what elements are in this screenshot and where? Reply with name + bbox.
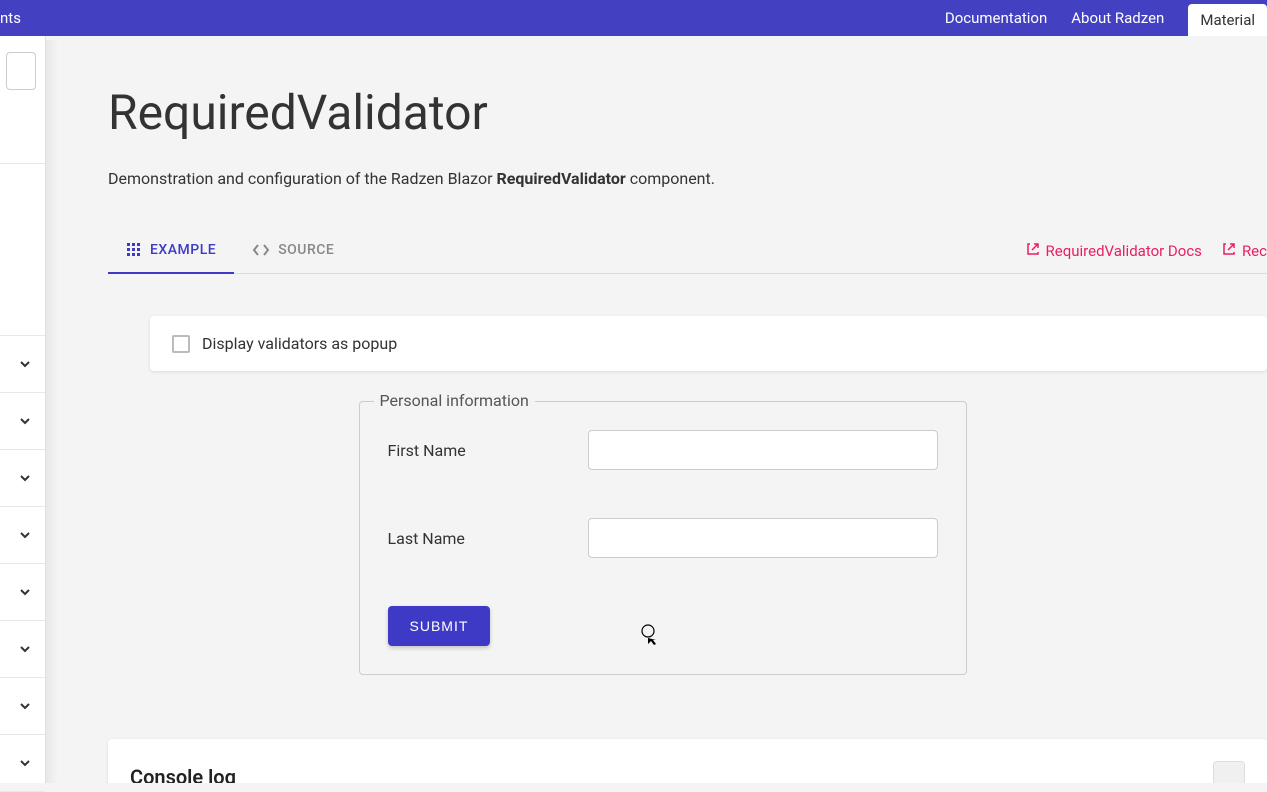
sidebar-section[interactable] — [0, 164, 45, 336]
page-description: Demonstration and configuration of the R… — [108, 169, 1267, 188]
first-name-row: First Name — [388, 430, 938, 470]
tab-example-label: Example — [150, 242, 216, 258]
nav-material-theme[interactable]: Material — [1188, 4, 1267, 36]
desc-bold: RequiredValidator — [496, 169, 625, 188]
chevron-down-icon — [19, 358, 31, 370]
tabs-left: Example Source — [108, 228, 352, 273]
chevron-down-icon — [19, 586, 31, 598]
nav-left-fragment: nts — [0, 9, 21, 27]
submit-button[interactable]: SUBMIT — [388, 606, 491, 646]
chevron-down-icon — [19, 643, 31, 655]
chevron-down-icon — [19, 529, 31, 541]
scroll-shadow — [46, 40, 58, 783]
tab-example[interactable]: Example — [108, 228, 234, 274]
tab-source-label: Source — [278, 242, 334, 258]
link-validator-docs[interactable]: RequiredValidator Docs — [1026, 242, 1202, 260]
main-content: RequiredValidator Demonstration and conf… — [58, 36, 1267, 783]
link-rec-text: Rec — [1242, 242, 1267, 260]
fieldset-legend: Personal information — [374, 391, 535, 410]
grid-icon — [126, 242, 142, 258]
first-name-input[interactable] — [588, 430, 938, 470]
chevron-down-icon — [19, 472, 31, 484]
sidebar-section[interactable] — [0, 621, 45, 678]
sidebar-search-input[interactable] — [6, 52, 36, 90]
form-wrap: Personal information First Name Last Nam… — [58, 401, 1267, 675]
tabs-row: Example Source RequiredValidator Docs — [108, 228, 1267, 274]
popup-option-card: Display validators as popup — [150, 316, 1267, 371]
last-name-input[interactable] — [588, 518, 938, 558]
desc-suffix: component. — [626, 169, 715, 188]
sidebar-section[interactable] — [0, 450, 45, 507]
console-clear-button[interactable] — [1213, 761, 1245, 783]
tab-source[interactable]: Source — [234, 228, 352, 274]
sidebar-section[interactable] — [0, 678, 45, 735]
page-title: RequiredValidator — [108, 84, 1267, 141]
sidebar-section[interactable] — [0, 336, 45, 393]
chevron-down-icon — [19, 700, 31, 712]
nav-right: Documentation About Radzen Material — [945, 0, 1267, 36]
sidebar-section[interactable] — [0, 564, 45, 621]
personal-info-fieldset: Personal information First Name Last Nam… — [359, 401, 967, 675]
nav-documentation[interactable]: Documentation — [945, 9, 1047, 27]
nav-about[interactable]: About Radzen — [1071, 9, 1164, 27]
console-log-title: Console log — [130, 765, 236, 783]
desc-prefix: Demonstration and configuration of the R… — [108, 169, 496, 188]
console-log-card: Console log — [108, 739, 1267, 783]
external-link-icon — [1222, 242, 1236, 260]
last-name-label: Last Name — [388, 529, 588, 548]
tabs-right-links: RequiredValidator Docs Rec — [1026, 242, 1267, 260]
last-name-row: Last Name — [388, 518, 938, 558]
sidebar-section[interactable] — [0, 393, 45, 450]
sidebar — [0, 36, 46, 783]
link-docs-text: RequiredValidator Docs — [1046, 242, 1202, 260]
first-name-label: First Name — [388, 441, 588, 460]
external-link-icon — [1026, 242, 1040, 260]
sidebar-section[interactable] — [0, 507, 45, 564]
top-navbar: nts Documentation About Radzen Material — [0, 0, 1267, 36]
popup-checkbox[interactable] — [172, 335, 190, 353]
chevron-down-icon — [19, 757, 31, 769]
sidebar-section[interactable] — [0, 735, 45, 792]
code-icon — [252, 242, 270, 258]
chevron-down-icon — [19, 415, 31, 427]
popup-checkbox-label: Display validators as popup — [202, 334, 397, 353]
sidebar-search-area — [0, 36, 45, 164]
link-rec[interactable]: Rec — [1222, 242, 1267, 260]
